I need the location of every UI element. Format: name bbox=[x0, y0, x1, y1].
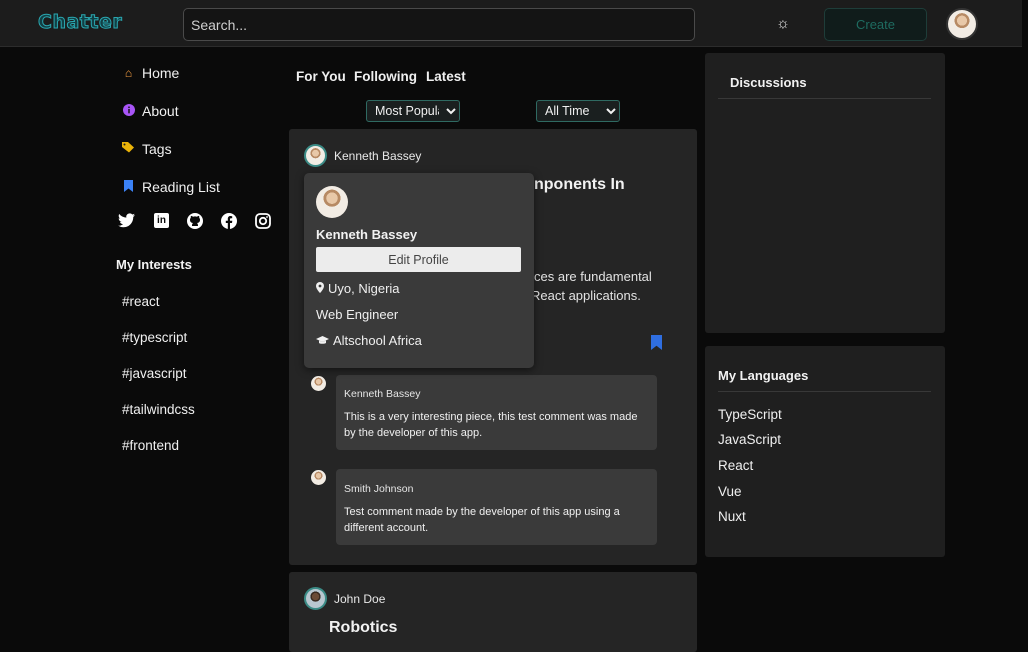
location-text: Uyo, Nigeria bbox=[328, 281, 400, 296]
user-avatar[interactable] bbox=[946, 8, 978, 40]
post-title[interactable]: Robotics bbox=[329, 619, 397, 637]
app-logo[interactable]: Chatter bbox=[37, 11, 122, 34]
post-title[interactable]: nponents In bbox=[534, 176, 625, 194]
home-icon: ⌂ bbox=[124, 66, 133, 80]
comment: Kenneth Bassey This is a very interestin… bbox=[336, 375, 657, 450]
interest-tag[interactable]: #javascript bbox=[122, 366, 187, 381]
instagram-icon[interactable] bbox=[255, 213, 271, 234]
comment-author[interactable]: Smith Johnson bbox=[344, 483, 413, 495]
post-excerpt-line: ces are fundamental bbox=[534, 269, 652, 284]
popup-location: Uyo, Nigeria bbox=[316, 281, 400, 296]
comment-text: This is a very interesting piece, this t… bbox=[344, 411, 638, 439]
search-input[interactable] bbox=[183, 8, 695, 41]
github-icon[interactable] bbox=[187, 213, 203, 234]
tags-icon bbox=[122, 142, 135, 156]
interest-tag[interactable]: #tailwindcss bbox=[122, 402, 195, 417]
popup-school: Altschool Africa bbox=[316, 333, 422, 348]
sidebar-item-label: Reading List bbox=[142, 179, 220, 195]
time-select[interactable]: All Time bbox=[536, 100, 620, 122]
interest-tag[interactable]: #react bbox=[122, 294, 160, 309]
language-item[interactable]: TypeScript bbox=[718, 407, 782, 422]
author-avatar[interactable] bbox=[304, 587, 327, 610]
edit-profile-button[interactable]: Edit Profile bbox=[316, 247, 521, 272]
sidebar-item-about[interactable]: About bbox=[122, 101, 179, 121]
interests-heading: My Interests bbox=[116, 257, 192, 272]
sidebar-item-label: Tags bbox=[142, 141, 172, 157]
author-avatar[interactable] bbox=[304, 144, 327, 167]
popup-name: Kenneth Bassey bbox=[316, 227, 418, 242]
language-item[interactable]: JavaScript bbox=[718, 432, 781, 447]
map-pin-icon bbox=[316, 281, 324, 296]
profile-popup: Kenneth Bassey Edit Profile Uyo, Nigeria… bbox=[304, 173, 534, 368]
sidebar-item-tags[interactable]: Tags bbox=[122, 139, 172, 159]
comment: Smith Johnson Test comment made by the d… bbox=[336, 469, 657, 545]
interest-tag[interactable]: #frontend bbox=[122, 438, 179, 453]
top-bar: Chatter ☼ Create bbox=[0, 0, 1028, 47]
theme-toggle-icon[interactable]: ☼ bbox=[772, 13, 794, 35]
graduation-cap-icon bbox=[316, 333, 329, 348]
create-button[interactable]: Create bbox=[824, 8, 927, 41]
post-excerpt-line: React applications. bbox=[531, 288, 641, 303]
sidebar-item-label: Home bbox=[142, 65, 180, 81]
discussions-heading: Discussions bbox=[730, 75, 807, 90]
language-item[interactable]: React bbox=[718, 458, 753, 473]
languages-heading: My Languages bbox=[718, 368, 809, 383]
school-text: Altschool Africa bbox=[333, 333, 422, 348]
twitter-icon[interactable] bbox=[118, 213, 136, 231]
popup-avatar bbox=[316, 186, 348, 218]
sidebar-item-home[interactable]: ⌂ Home bbox=[122, 63, 179, 83]
post-author[interactable]: Kenneth Bassey bbox=[304, 144, 421, 167]
role-text: Web Engineer bbox=[316, 307, 399, 322]
tab-latest[interactable]: Latest bbox=[426, 69, 466, 84]
comment-avatar bbox=[311, 376, 326, 391]
tab-for-you[interactable]: For You bbox=[296, 69, 346, 84]
tab-following[interactable]: Following bbox=[354, 69, 417, 84]
languages-panel: My Languages TypeScript JavaScript React… bbox=[705, 346, 945, 557]
sidebar-item-label: About bbox=[142, 103, 179, 119]
author-name[interactable]: John Doe bbox=[334, 592, 385, 606]
comment-author[interactable]: Kenneth Bassey bbox=[344, 388, 420, 400]
page-scrollbar[interactable] bbox=[1022, 0, 1028, 642]
info-icon bbox=[122, 103, 135, 119]
post-card bbox=[289, 572, 697, 652]
comment-avatar bbox=[311, 470, 326, 485]
bookmark-icon bbox=[122, 179, 135, 195]
discussions-panel: Discussions bbox=[705, 53, 945, 333]
divider bbox=[718, 98, 931, 99]
facebook-icon[interactable] bbox=[221, 213, 237, 234]
author-name[interactable]: Kenneth Bassey bbox=[334, 149, 421, 163]
sort-select[interactable]: Most Popular bbox=[366, 100, 460, 122]
comment-text: Test comment made by the developer of th… bbox=[344, 506, 620, 534]
language-item[interactable]: Nuxt bbox=[718, 509, 746, 524]
language-item[interactable]: Vue bbox=[718, 484, 742, 499]
interest-tag[interactable]: #typescript bbox=[122, 330, 187, 345]
divider bbox=[718, 391, 931, 392]
linkedin-icon[interactable]: in bbox=[154, 213, 169, 228]
popup-role: Web Engineer bbox=[316, 307, 398, 322]
sidebar-item-reading-list[interactable]: Reading List bbox=[122, 177, 220, 197]
post-author[interactable]: John Doe bbox=[304, 587, 385, 610]
